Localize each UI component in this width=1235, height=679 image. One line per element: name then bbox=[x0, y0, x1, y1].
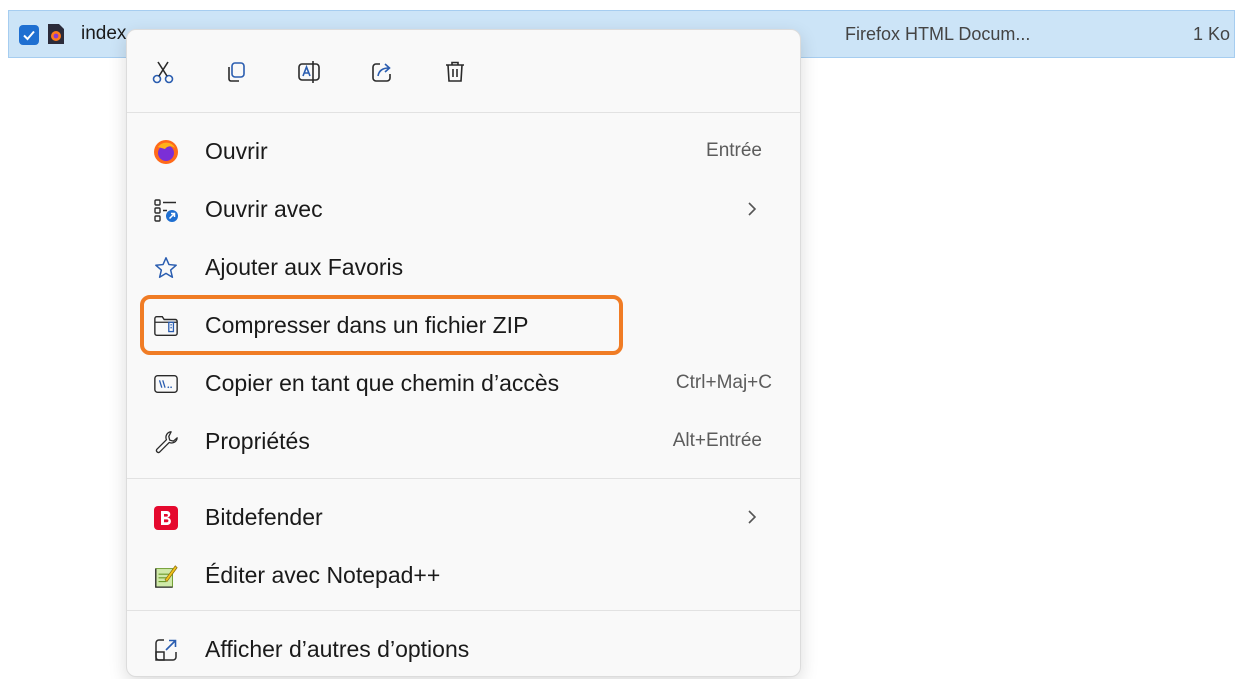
file-type: Firefox HTML Docum... bbox=[845, 24, 1031, 44]
menu-item-label: Ouvrir avec bbox=[205, 195, 323, 222]
delete-button[interactable] bbox=[433, 52, 477, 92]
cut-button[interactable] bbox=[141, 52, 185, 92]
chevron-right-icon bbox=[748, 510, 757, 524]
wrench-icon bbox=[153, 429, 179, 455]
copy-button[interactable] bbox=[214, 52, 258, 92]
menu-item-shortcut: Entrée bbox=[706, 140, 762, 161]
menu-item-more-options[interactable]: Afficher d’autres d’options bbox=[137, 624, 792, 674]
notepad-icon bbox=[153, 563, 179, 589]
share-button[interactable] bbox=[360, 52, 404, 92]
menu-item-open[interactable]: Ouvrir Entrée bbox=[137, 126, 792, 176]
firefox-icon bbox=[153, 139, 179, 165]
menu-item-bitdefender[interactable]: Bitdefender bbox=[137, 492, 792, 542]
file-size: 1 Ko bbox=[1193, 24, 1231, 44]
copy-icon bbox=[228, 62, 245, 82]
menu-item-shortcut: Alt+Entrée bbox=[672, 430, 762, 451]
menu-divider bbox=[127, 610, 800, 611]
menu-item-label: Bitdefender bbox=[205, 503, 323, 530]
menu-item-copy-path[interactable]: Copier en tant que chemin d’accès Ctrl+M… bbox=[137, 358, 792, 408]
menu-item-properties[interactable]: Propriétés Alt+Entrée bbox=[137, 416, 792, 466]
file-name: index bbox=[81, 23, 127, 44]
more-options-icon bbox=[153, 637, 179, 663]
menu-divider bbox=[127, 478, 800, 479]
annotation-highlight bbox=[140, 295, 623, 355]
star-icon bbox=[153, 255, 179, 281]
share-icon bbox=[372, 63, 391, 82]
menu-item-label: Propriétés bbox=[205, 427, 310, 454]
path-icon bbox=[153, 371, 179, 397]
menu-item-label: Ajouter aux Favoris bbox=[205, 253, 404, 280]
menu-item-add-favorites[interactable]: Ajouter aux Favoris bbox=[137, 242, 792, 292]
menu-item-label: Ouvrir bbox=[205, 137, 268, 164]
selection-checkbox[interactable] bbox=[19, 25, 39, 45]
menu-item-label: Afficher d’autres d’options bbox=[205, 635, 470, 662]
rename-icon bbox=[298, 61, 320, 83]
delete-icon bbox=[446, 61, 464, 82]
menu-item-shortcut: Ctrl+Maj+C bbox=[675, 372, 772, 393]
menu-divider bbox=[127, 112, 800, 113]
chevron-right-icon bbox=[748, 202, 757, 216]
cut-icon bbox=[152, 61, 174, 84]
check-icon bbox=[23, 30, 35, 41]
rename-button[interactable] bbox=[287, 52, 331, 92]
bitdefender-icon bbox=[153, 505, 179, 531]
menu-item-open-with[interactable]: Ouvrir avec bbox=[137, 184, 792, 234]
menu-item-label: Copier en tant que chemin d’accès bbox=[205, 369, 560, 396]
menu-item-label: Éditer avec Notepad++ bbox=[205, 561, 441, 588]
open-with-icon bbox=[153, 197, 179, 223]
html-file-icon bbox=[48, 24, 64, 44]
quick-actions-toolbar bbox=[141, 52, 477, 92]
menu-item-edit-notepad[interactable]: Éditer avec Notepad++ bbox=[137, 550, 792, 600]
